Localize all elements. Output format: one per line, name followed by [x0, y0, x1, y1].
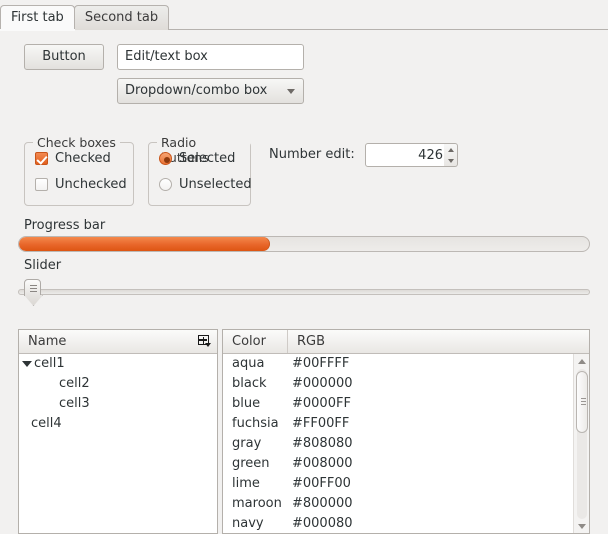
- color-name-cell: green: [223, 454, 288, 474]
- dropdown-combo-box[interactable]: Dropdown/combo box: [117, 78, 304, 104]
- color-rgb-cell: #00FF00: [288, 474, 351, 494]
- radio-unselected-label: Unselected: [179, 177, 252, 192]
- tree-row-label: cell4: [31, 414, 62, 434]
- progress-bar-fill: [19, 237, 270, 251]
- number-edit-label: Number edit:: [269, 147, 355, 162]
- column-config-icon: [198, 335, 211, 348]
- color-table[interactable]: Color RGB aqua#00FFFFblack#000000blue#00…: [222, 329, 590, 534]
- first-tab-panel: Button Edit/text box Dropdown/combo box …: [0, 30, 608, 521]
- color-table-row[interactable]: green#008000: [223, 454, 589, 474]
- slider-grip-icon: [30, 285, 37, 292]
- tree-column-name[interactable]: Name: [19, 330, 191, 353]
- color-rgb-cell: #00FFFF: [288, 354, 349, 374]
- tab-bar: First tab Second tab: [0, 0, 608, 30]
- color-table-row[interactable]: maroon#800000: [223, 494, 589, 514]
- combo-box-value: Dropdown/combo box: [125, 79, 287, 103]
- tab-second[interactable]: Second tab: [74, 5, 169, 30]
- scroll-down-button[interactable]: [574, 519, 590, 534]
- scroll-up-icon: [578, 359, 586, 364]
- color-rgb-cell: #808080: [288, 434, 353, 454]
- color-name-cell: navy: [223, 514, 288, 534]
- check-boxes-group-title: Check boxes: [33, 135, 120, 150]
- spinner-down-icon[interactable]: [448, 159, 454, 163]
- color-table-row[interactable]: navy#000080: [223, 514, 589, 534]
- color-rgb-cell: #008000: [288, 454, 353, 474]
- color-rgb-cell: #FF00FF: [288, 414, 349, 434]
- color-table-row[interactable]: gray#808080: [223, 434, 589, 454]
- slider-handle[interactable]: [24, 279, 41, 305]
- scrollbar-thumb[interactable]: [576, 371, 588, 433]
- scroll-up-button[interactable]: [574, 354, 590, 369]
- color-name-cell: maroon: [223, 494, 288, 514]
- expander-triangle-icon[interactable]: [22, 361, 32, 367]
- slider-label: Slider: [24, 258, 61, 273]
- radio-unselected-icon[interactable]: [159, 178, 172, 191]
- color-column-header[interactable]: Color: [223, 330, 288, 353]
- radio-selected-label: Selected: [179, 151, 235, 166]
- checkbox-checked-label: Checked: [55, 151, 111, 166]
- color-name-cell: aqua: [223, 354, 288, 374]
- checkbox-unchecked-label: Unchecked: [55, 177, 127, 192]
- color-name-cell: fuchsia: [223, 414, 288, 434]
- progress-bar-label: Progress bar: [24, 218, 105, 233]
- check-boxes-group: Check boxes Checked Unchecked: [24, 142, 134, 206]
- slider-track[interactable]: [18, 289, 590, 295]
- color-rgb-cell: #0000FF: [288, 394, 351, 414]
- color-table-row[interactable]: lime#00FF00: [223, 474, 589, 494]
- tree-view[interactable]: Name cell1 cell2 cell3 cell4: [18, 329, 218, 534]
- number-edit-value: 426: [418, 148, 443, 163]
- tree-row-cell1[interactable]: cell1: [19, 354, 217, 374]
- progress-bar: [18, 236, 590, 252]
- checkbox-unchecked-icon[interactable]: [35, 178, 48, 191]
- column-config-button[interactable]: [191, 330, 217, 353]
- color-table-row[interactable]: black#000000: [223, 374, 589, 394]
- chevron-down-icon: [287, 89, 295, 94]
- color-table-row[interactable]: aqua#00FFFF: [223, 354, 589, 374]
- color-table-header: Color RGB: [223, 330, 589, 354]
- tree-row-cell3[interactable]: cell3: [19, 394, 217, 414]
- text-input-value: Edit/text box: [125, 49, 208, 64]
- color-name-cell: lime: [223, 474, 288, 494]
- color-name-cell: gray: [223, 434, 288, 454]
- rgb-column-header[interactable]: RGB: [288, 330, 589, 353]
- color-rgb-cell: #800000: [288, 494, 353, 514]
- spinner-up-icon[interactable]: [448, 148, 454, 152]
- tree-row-cell4[interactable]: cell4: [19, 414, 217, 434]
- color-name-cell: blue: [223, 394, 288, 414]
- tab-second-label: Second tab: [85, 10, 158, 25]
- tree-view-body: cell1 cell2 cell3 cell4: [19, 354, 217, 434]
- checkbox-checked-icon[interactable]: [35, 152, 48, 165]
- tree-row-label: cell1: [34, 354, 65, 374]
- checkbox-checked-row[interactable]: Checked: [35, 151, 111, 166]
- number-edit-input[interactable]: 426: [365, 143, 451, 167]
- color-table-scrollbar[interactable]: [573, 354, 589, 534]
- slider-handle-shape: [24, 279, 41, 296]
- checkbox-unchecked-row[interactable]: Unchecked: [35, 177, 127, 192]
- color-name-cell: black: [223, 374, 288, 394]
- active-tab-cover: [0, 29, 75, 31]
- color-table-row[interactable]: fuchsia#FF00FF: [223, 414, 589, 434]
- radio-unselected-row[interactable]: Unselected: [159, 177, 252, 192]
- color-table-body: aqua#00FFFFblack#000000blue#0000FFfuchsi…: [223, 354, 589, 534]
- radio-buttons-group: Radio buttons Selected Unselected: [148, 142, 251, 206]
- number-edit-stepper[interactable]: [444, 143, 458, 167]
- scrollbar-grip-icon: [581, 398, 586, 405]
- radio-selected-icon[interactable]: [159, 152, 172, 165]
- text-input[interactable]: Edit/text box: [117, 44, 304, 70]
- tree-row-label: cell3: [59, 394, 90, 414]
- tree-row-cell2[interactable]: cell2: [19, 374, 217, 394]
- tab-first-label: First tab: [11, 10, 64, 25]
- scroll-down-icon: [578, 524, 586, 529]
- color-table-row[interactable]: blue#0000FF: [223, 394, 589, 414]
- demo-button-label: Button: [42, 49, 86, 64]
- color-rgb-cell: #000000: [288, 374, 353, 394]
- tab-first[interactable]: First tab: [0, 5, 75, 30]
- radio-selected-row[interactable]: Selected: [159, 151, 235, 166]
- color-rgb-cell: #000080: [288, 514, 353, 534]
- demo-button[interactable]: Button: [24, 44, 104, 70]
- tree-row-label: cell2: [59, 374, 90, 394]
- tree-view-header: Name: [19, 330, 217, 354]
